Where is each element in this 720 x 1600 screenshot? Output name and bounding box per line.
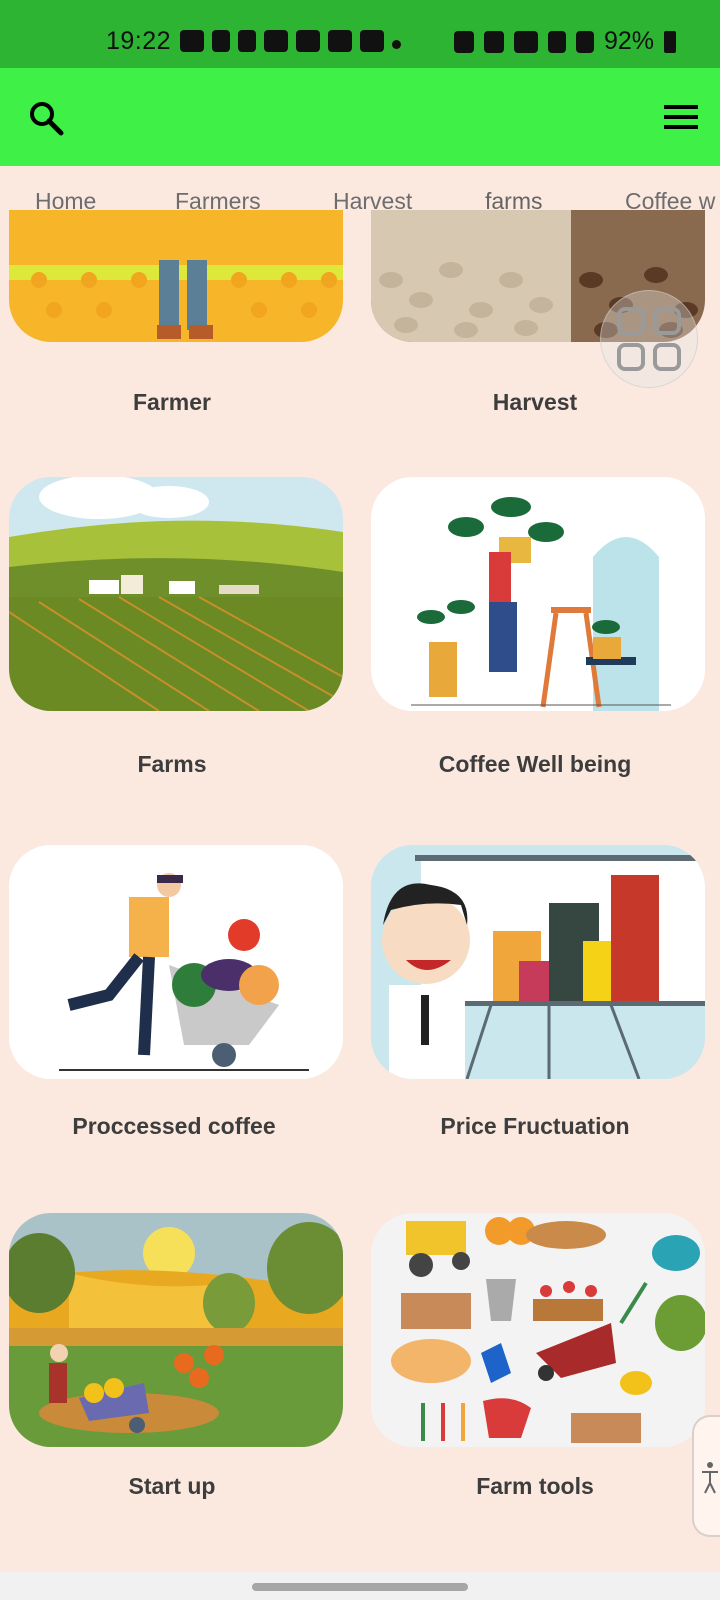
- card-label-farmer[interactable]: Farmer: [0, 389, 352, 416]
- status-time: 19:22: [106, 27, 172, 55]
- search-icon[interactable]: [28, 100, 64, 136]
- card-label-farms[interactable]: Farms: [0, 751, 352, 778]
- card-label-harvest[interactable]: Harvest: [355, 389, 715, 416]
- accessibility-side-tab[interactable]: [692, 1415, 720, 1537]
- quote-icon-2: [238, 30, 256, 52]
- card-farm-tools-image[interactable]: [371, 1213, 705, 1447]
- bible-icon: [264, 30, 288, 52]
- accessibility-icon: [702, 1462, 718, 1494]
- card-label-coffee-wellbeing[interactable]: Coffee Well being: [355, 751, 715, 778]
- battery-percent: 92%: [603, 27, 654, 55]
- notification-icons: [180, 30, 401, 52]
- farms-landscape-illustration: [9, 477, 343, 711]
- card-label-price-fluctuation[interactable]: Price Fructuation: [355, 1113, 715, 1140]
- alarm-icon: [453, 30, 474, 53]
- harvest-farmer-illustration: [9, 1213, 343, 1447]
- twitter-icon: [296, 30, 320, 52]
- gmail-icon: [360, 30, 384, 52]
- hamburger-menu-icon[interactable]: [664, 104, 698, 130]
- card-coffee-wellbeing-image[interactable]: [371, 477, 705, 711]
- audio-icon: [328, 30, 352, 52]
- grid-icon: [617, 307, 681, 371]
- app-bar: [0, 68, 720, 166]
- card-price-fluctuation-image[interactable]: [371, 845, 705, 1079]
- floating-multiwindow-button[interactable]: [600, 290, 698, 388]
- youtube-icon: [180, 30, 204, 52]
- farmer-illustration: [9, 210, 343, 342]
- card-farms-image[interactable]: [9, 477, 343, 711]
- system-icons: 92%: [453, 27, 676, 56]
- presenter-bar-chart-illustration: [371, 845, 705, 1079]
- farm-tools-pattern-illustration: [371, 1213, 705, 1447]
- card-label-farm-tools[interactable]: Farm tools: [355, 1473, 715, 1500]
- dot-icon: [392, 39, 401, 49]
- card-label-start-up[interactable]: Start up: [0, 1473, 352, 1500]
- mute-icon: [483, 30, 504, 53]
- wifi-icon: [513, 30, 538, 53]
- card-farmer-image[interactable]: [9, 210, 343, 342]
- plant-carrier-illustration: [371, 477, 705, 711]
- signal-icon: [547, 30, 566, 53]
- signal-icon-2: [575, 30, 594, 53]
- card-processed-coffee-image[interactable]: [9, 845, 343, 1079]
- card-label-processed-coffee[interactable]: Proccessed coffee: [0, 1113, 354, 1140]
- battery-icon: [664, 30, 676, 53]
- wheelbarrow-farmer-illustration: [9, 845, 343, 1079]
- quote-icon: [212, 30, 230, 52]
- home-gesture-handle[interactable]: [252, 1583, 468, 1591]
- status-bar: 19:22 92%: [0, 0, 720, 68]
- card-start-up-image[interactable]: [9, 1213, 343, 1447]
